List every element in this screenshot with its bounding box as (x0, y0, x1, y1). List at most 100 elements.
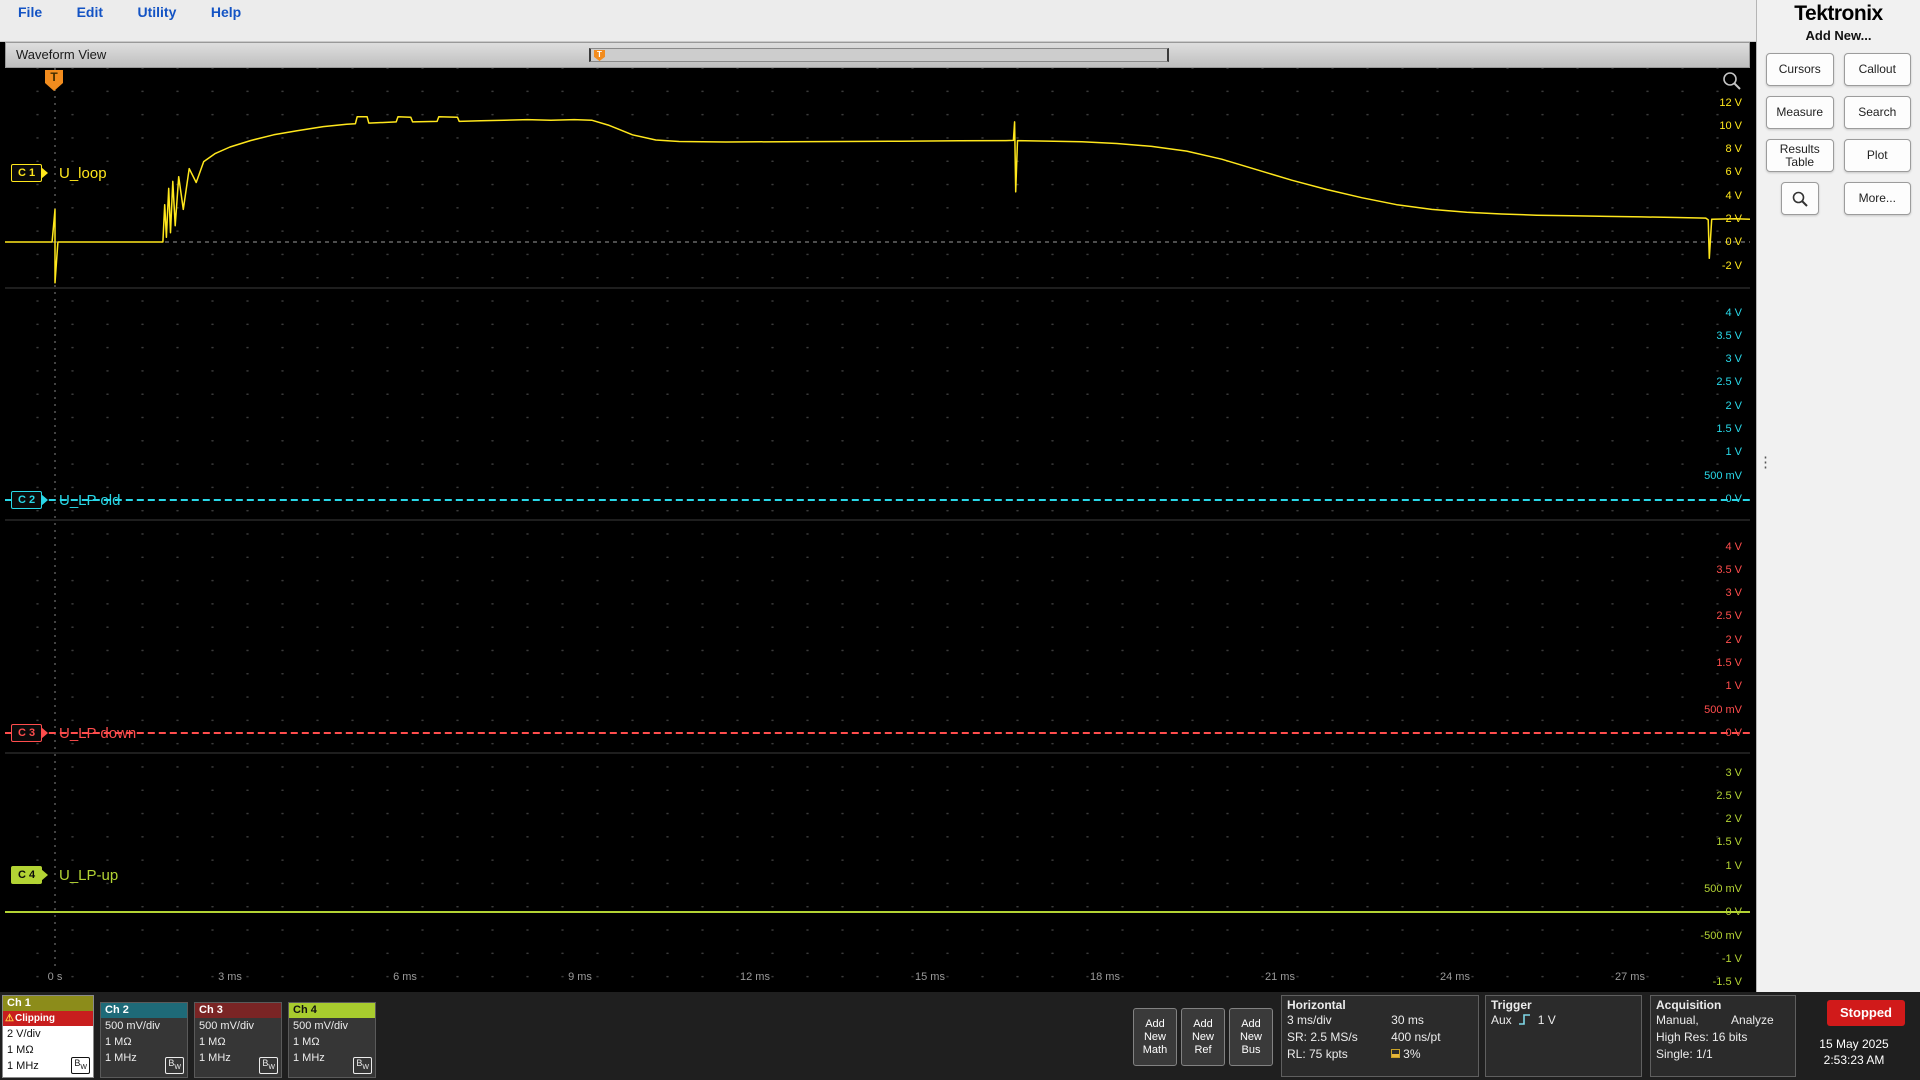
rising-edge-icon (1518, 1014, 1530, 1025)
channel-label-u-lp-down[interactable]: U_LP down (59, 725, 136, 742)
acquisition-mode: Manual, (1656, 1013, 1699, 1027)
ch2-bw-limit-icon: BW (165, 1057, 184, 1074)
y-scale-label: 2 V (1725, 813, 1742, 826)
tektronix-logo: Tektronix (1794, 2, 1883, 25)
magnifier-icon (1792, 191, 1808, 207)
analyze-label: Analyze (1731, 1013, 1774, 1027)
y-scale-label: 500 mV (1704, 469, 1742, 482)
y-scale-label: 2.5 V (1716, 789, 1742, 802)
sidebar-button-grid: Cursors Callout Measure Search Results T… (1766, 53, 1911, 215)
waveform-view-titlebar: Waveform View T (5, 42, 1750, 68)
y-scale-label: 6 V (1725, 166, 1742, 179)
ch4-badge-tile[interactable]: Ch 4 500 mV/div 1 MΩ 1 MHz BW (288, 1002, 376, 1078)
channel-badge-c3[interactable]: C 3 (11, 724, 49, 742)
channel-badge-c1[interactable]: C 1 (11, 164, 49, 182)
plot-magnifier-icon[interactable] (1720, 70, 1744, 94)
channel-badge-c4[interactable]: C 4 (11, 866, 49, 884)
x-axis-label: 15 ms (915, 971, 945, 983)
channel-badge-c2[interactable]: C 2 (11, 491, 49, 509)
date: 15 May 2025 (1819, 1037, 1889, 1051)
channel-label-u-lp-old[interactable]: U_LP old (59, 492, 120, 509)
y-scale-label: 3 V (1725, 587, 1742, 600)
add-new-math-button[interactable]: Add New Math (1133, 1008, 1177, 1066)
y-scale-label: 8 V (1725, 143, 1742, 156)
y-scale-label: 4 V (1725, 189, 1742, 202)
x-axis-label: 3 ms (218, 971, 242, 983)
horizontal-scale: 3 ms/div (1287, 1013, 1332, 1027)
memory-usage-icon (1391, 1049, 1401, 1058)
ch3-bw-limit-icon: BW (259, 1057, 278, 1074)
date-time: 15 May 2025 2:53:23 AM (1796, 1036, 1912, 1068)
trigger-level: 1 V (1537, 1013, 1556, 1027)
horizontal-window: 30 ms (1391, 1013, 1424, 1027)
ch1-clipping-warning: ⚠Clipping (3, 1011, 93, 1026)
y-scale-label: 500 mV (1704, 883, 1742, 895)
panel-splitter-handle[interactable]: ⋮ (1758, 455, 1773, 470)
more-button[interactable]: More... (1843, 182, 1911, 215)
menu-help[interactable]: Help (211, 0, 241, 24)
ch3-tile-header: Ch 3 (195, 1003, 281, 1018)
ch2-badge-tile[interactable]: Ch 2 500 mV/div 1 MΩ 1 MHz BW (100, 1002, 188, 1078)
x-axis-label: 24 ms (1440, 971, 1470, 983)
waveform-svg (5, 68, 1750, 966)
run-stop-status-button[interactable]: Stopped (1827, 1000, 1905, 1026)
y-scale-label: 2 V (1725, 399, 1742, 412)
ch1-scale: 2 V/div (7, 1028, 41, 1040)
y-scale-label: 2 V (1725, 213, 1742, 225)
y-scale-label: 1.5 V (1716, 836, 1742, 849)
x-axis-label: 27 ms (1615, 971, 1645, 983)
menu-utility[interactable]: Utility (137, 0, 176, 24)
record-length: RL: 75 kpts (1287, 1047, 1348, 1061)
menu-edit[interactable]: Edit (77, 0, 103, 24)
channel-label-u-lp-up[interactable]: U_LP-up (59, 867, 118, 884)
sample-rate: SR: 2.5 MS/s (1287, 1030, 1358, 1044)
settings-bar: Ch 1 ⚠Clipping 2 V/div 1 MΩ 1 MHz BW Ch … (0, 992, 1920, 1080)
search-button[interactable]: Search (1843, 96, 1911, 129)
cursors-button[interactable]: Cursors (1766, 53, 1834, 86)
y-scale-label: 500 mV (1704, 703, 1742, 716)
ch2-tile-header: Ch 2 (101, 1003, 187, 1018)
horizontal-badge[interactable]: Horizontal 3 ms/div 30 ms SR: 2.5 MS/s 400… (1281, 995, 1479, 1077)
waveform-trace-U_loop (5, 115, 1750, 284)
time: 2:53:23 AM (1823, 1053, 1885, 1067)
ch1-tile-header: Ch 1 (3, 996, 93, 1011)
x-axis-label: 21 ms (1265, 971, 1295, 983)
channel-label-u-loop[interactable]: U_loop (59, 165, 107, 182)
ch1-impedance: 1 MΩ (7, 1044, 34, 1056)
ch1-badge-tile[interactable]: Ch 1 ⚠Clipping 2 V/div 1 MΩ 1 MHz BW (2, 995, 94, 1078)
y-scale-label: 1.5 V (1716, 423, 1742, 435)
ch3-impedance: 1 MΩ (199, 1036, 226, 1048)
x-axis-label: 6 ms (393, 971, 417, 983)
trigger-badge[interactable]: Trigger Aux 1 V (1485, 995, 1642, 1077)
acquisition-count: Single: 1/1 (1656, 1047, 1713, 1061)
overview-trigger-icon[interactable]: T (594, 50, 605, 61)
add-new-bus-button[interactable]: Add New Bus (1229, 1008, 1273, 1066)
acquisition-title: Acquisition (1656, 998, 1722, 1012)
y-scale-label: -500 mV (1700, 929, 1742, 942)
y-scale-label: 12 V (1719, 96, 1742, 109)
waveform-display[interactable]: T C 1 U_loop C 2 U_LP old C 3 U_LP down … (5, 68, 1750, 992)
y-scale-label: 4 V (1725, 306, 1742, 319)
plot-button[interactable]: Plot (1843, 139, 1911, 172)
y-scale-label: 3.5 V (1716, 563, 1742, 576)
ch2-impedance: 1 MΩ (105, 1036, 132, 1048)
y-scale-label: -1 V (1721, 952, 1742, 965)
y-scale-label: 1.5 V (1716, 657, 1742, 669)
menu-file[interactable]: File (18, 0, 42, 24)
acquisition-overview-bar[interactable]: T (589, 48, 1169, 62)
y-scale-label: 2.5 V (1716, 376, 1742, 389)
callout-button[interactable]: Callout (1843, 53, 1911, 86)
y-scale-label: 1 V (1725, 680, 1742, 693)
y-scale-label: -2 V (1721, 259, 1742, 272)
y-scale-label: 1 V (1725, 446, 1742, 459)
results-table-button[interactable]: Results Table (1766, 139, 1834, 172)
measure-button[interactable]: Measure (1766, 96, 1834, 129)
waveform-view-title: Waveform View (16, 47, 107, 62)
y-scale-label: 0 V (1725, 236, 1742, 249)
add-new-ref-button[interactable]: Add New Ref (1181, 1008, 1225, 1066)
ch4-bw-limit-icon: BW (353, 1057, 372, 1074)
acquisition-badge[interactable]: Acquisition Manual, Analyze High Res: 16 … (1650, 995, 1796, 1077)
trigger-source: Aux (1491, 1013, 1512, 1027)
zoom-tool-button[interactable] (1780, 182, 1819, 215)
ch3-badge-tile[interactable]: Ch 3 500 mV/div 1 MΩ 1 MHz BW (194, 1002, 282, 1078)
